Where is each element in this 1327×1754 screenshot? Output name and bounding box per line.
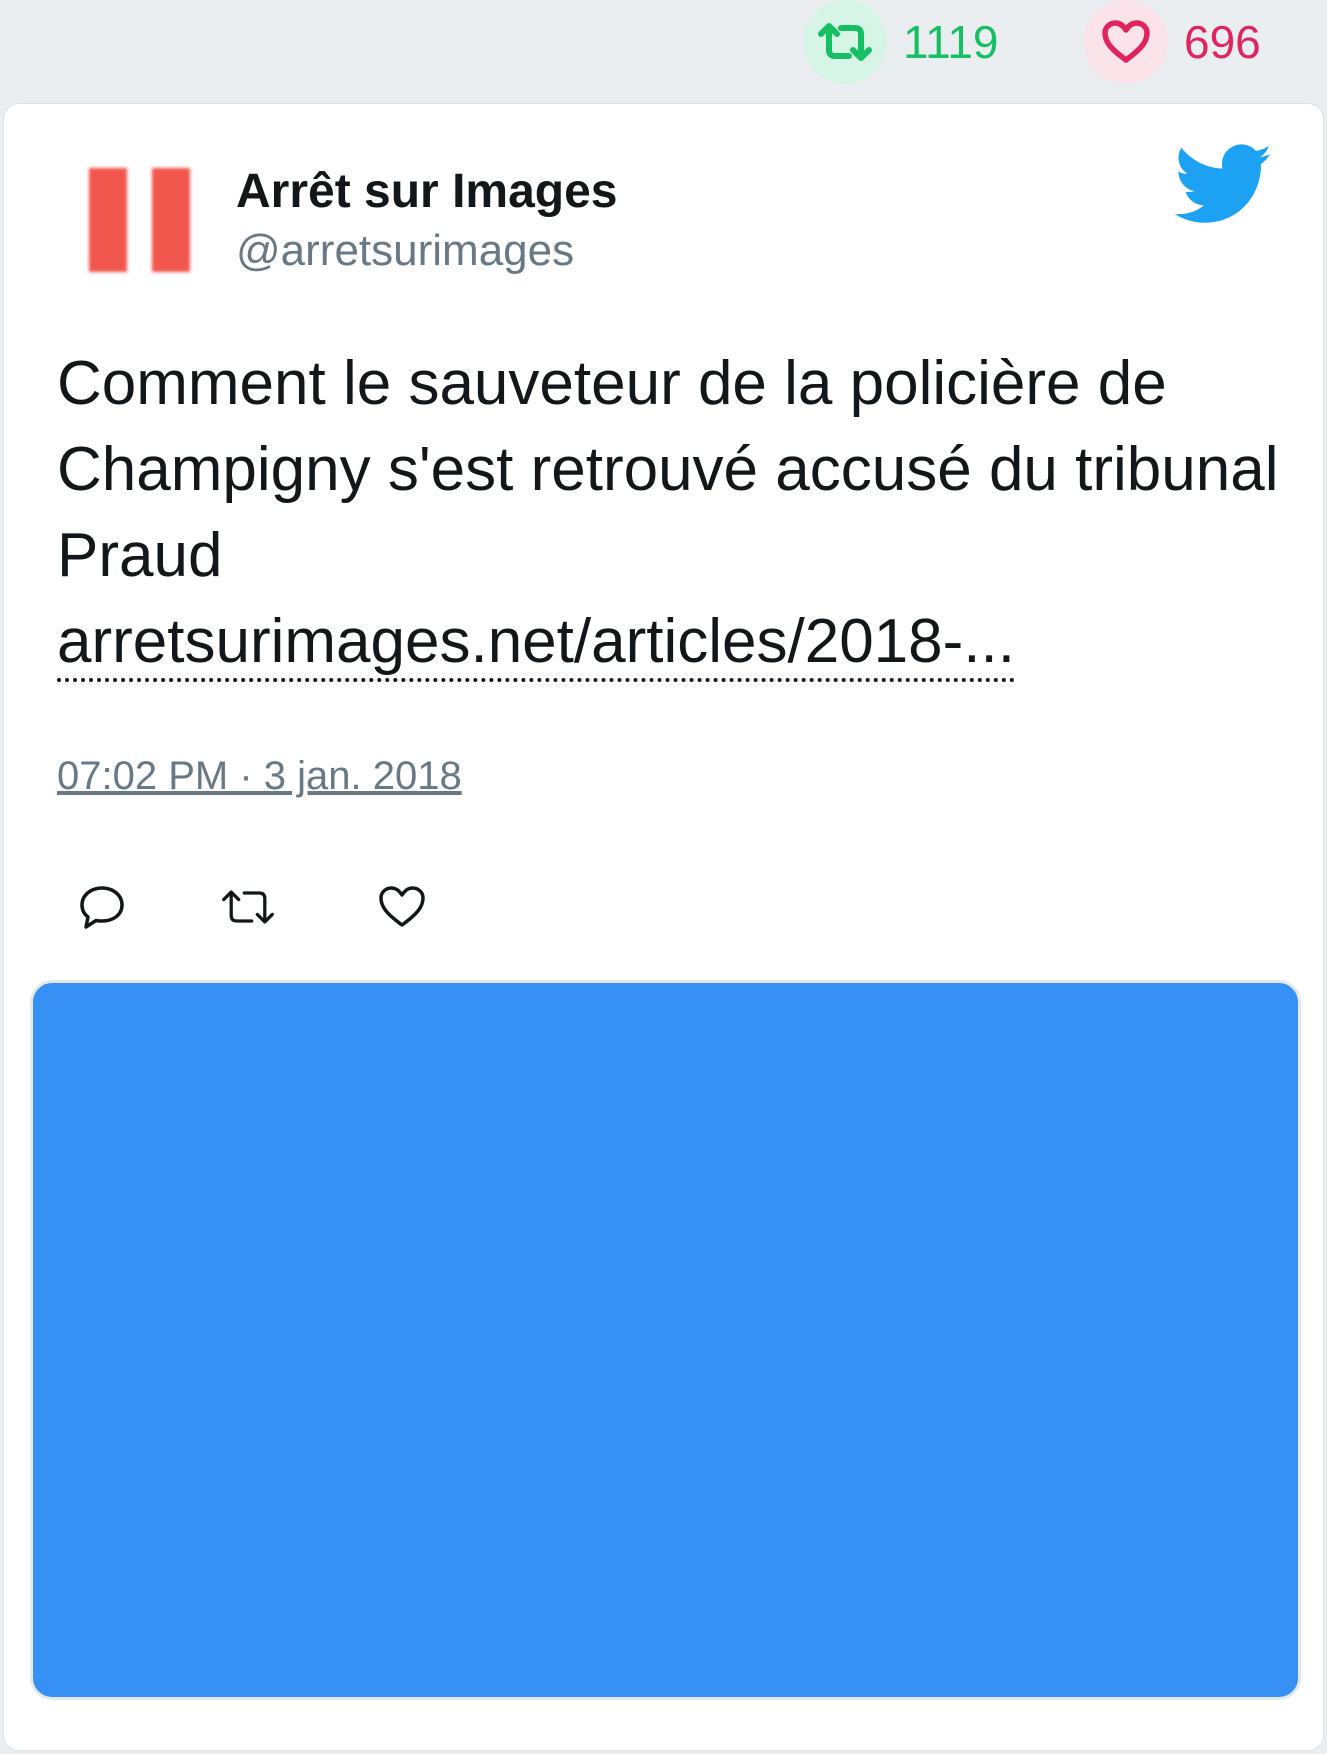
tweet-link[interactable]: arretsurimages.net/articles/2018-... <box>57 606 1015 682</box>
retweet-icon <box>222 890 274 924</box>
tweet-media-preview[interactable] <box>30 980 1301 1700</box>
like-count: 696 <box>1184 16 1261 68</box>
tweet-text: Comment le sauveteur de la policière de … <box>57 341 1287 685</box>
avatar-logo-bar-left <box>89 168 127 272</box>
reply-icon <box>80 886 124 929</box>
author-name[interactable]: Arrêt sur Images <box>236 164 618 219</box>
like-stat[interactable]: 696 <box>1084 0 1261 84</box>
tweet-timestamp[interactable]: 07:02 PM · 3 jan. 2018 <box>57 754 462 799</box>
like-stat-circle <box>1084 0 1168 84</box>
like-button[interactable] <box>374 879 430 935</box>
retweet-stat-circle <box>803 0 887 84</box>
heart-icon <box>1102 20 1150 63</box>
tweet-card: Arrêt sur Images @arretsurimages Comment… <box>3 103 1324 1751</box>
author-handle[interactable]: @arretsurimages <box>236 226 574 276</box>
avatar-logo-bar-right <box>152 168 190 272</box>
retweet-stat[interactable]: 1119 <box>803 0 999 84</box>
retweet-count: 1119 <box>903 16 999 68</box>
reply-button[interactable] <box>74 879 130 935</box>
twitter-bird-icon[interactable] <box>1174 144 1274 226</box>
avatar[interactable] <box>59 148 190 274</box>
engagement-stats-bar: 1119 696 <box>0 0 1327 96</box>
heart-icon <box>379 886 425 927</box>
retweet-icon <box>818 23 872 61</box>
tweet-body: Comment le sauveteur de la policière de … <box>57 349 1279 590</box>
retweet-button[interactable] <box>220 879 276 935</box>
